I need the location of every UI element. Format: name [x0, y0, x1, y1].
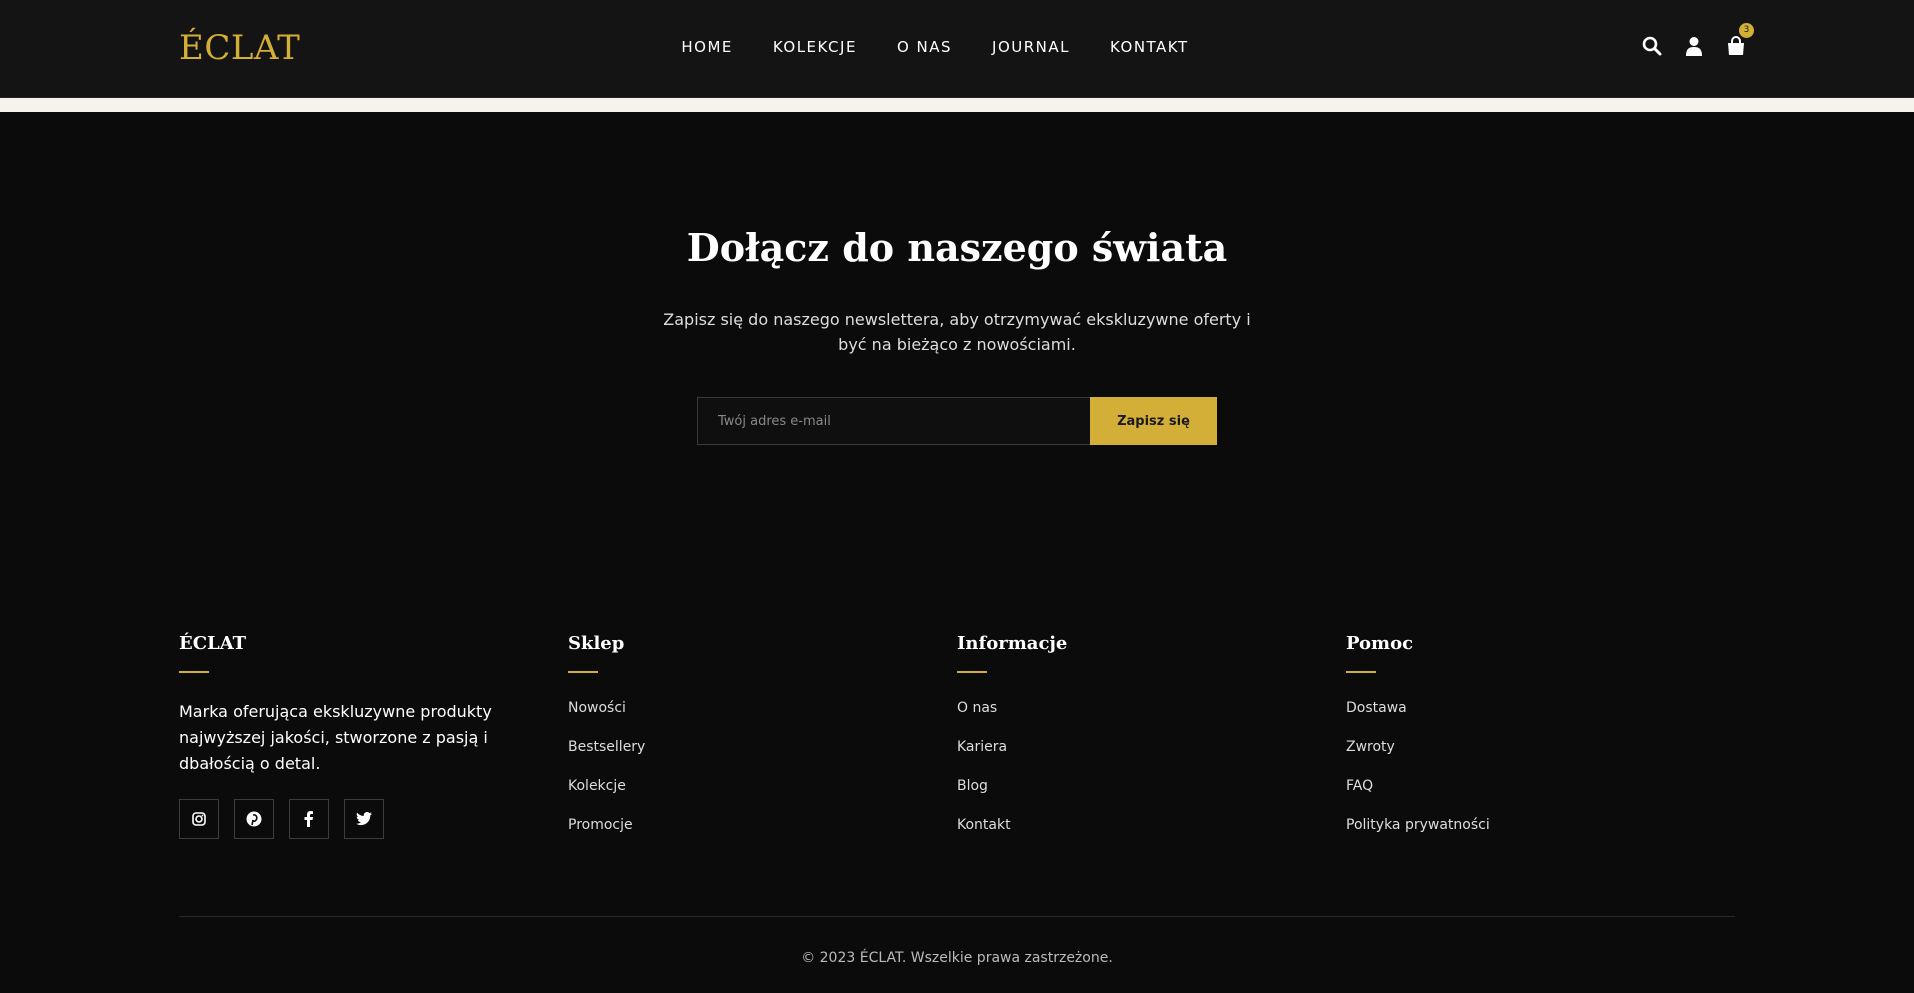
nav-home[interactable]: HOME	[681, 38, 733, 56]
footer-column-title: Pomoc	[1346, 633, 1414, 654]
footer-link-dostawa[interactable]: Dostawa	[1346, 700, 1735, 716]
main-nav: HOME KOLEKCJE O NAS JOURNAL KONTAKT	[0, 38, 1914, 56]
pinterest-icon[interactable]	[234, 799, 274, 839]
social-links	[179, 799, 568, 839]
footer-link-nowosci[interactable]: Nowości	[568, 700, 957, 716]
search-icon[interactable]	[1642, 36, 1662, 56]
newsletter-section: Dołącz do naszego świata Zapisz się do n…	[0, 112, 1914, 445]
twitter-icon[interactable]	[344, 799, 384, 839]
footer-column-informacje: Informacje O nas Kariera Blog Kontakt	[957, 633, 1346, 856]
footer-link-kariera[interactable]: Kariera	[957, 739, 1346, 755]
footer-link-bestsellery[interactable]: Bestsellery	[568, 739, 957, 755]
footer-brand-title: ÉCLAT	[179, 633, 247, 654]
footer-link-blog[interactable]: Blog	[957, 778, 1346, 794]
instagram-icon[interactable]	[179, 799, 219, 839]
footer-column-pomoc: Pomoc Dostawa Zwroty FAQ Polityka prywat…	[1346, 633, 1735, 856]
nav-journal[interactable]: JOURNAL	[992, 38, 1070, 56]
title-underline	[179, 671, 209, 673]
header-icons: 3	[1642, 23, 1754, 56]
site-header: ÉCLAT HOME KOLEKCJE O NAS JOURNAL KONTAK…	[0, 0, 1914, 98]
newsletter-title: Dołącz do naszego świata	[686, 225, 1228, 270]
title-underline	[957, 671, 987, 673]
footer-link-promocje[interactable]: Promocje	[568, 817, 957, 833]
footer-brand-column: ÉCLAT Marka oferująca ekskluzywne produk…	[179, 633, 568, 856]
footer-link-zwroty[interactable]: Zwroty	[1346, 739, 1735, 755]
newsletter-description: Zapisz się do naszego newslettera, aby o…	[663, 310, 1251, 354]
footer-links: O nas Kariera Blog Kontakt	[957, 700, 1346, 833]
email-field[interactable]	[697, 397, 1090, 445]
footer-link-kontakt[interactable]: Kontakt	[957, 817, 1346, 833]
hero-stripe	[0, 98, 1914, 112]
footer-link-kolekcje[interactable]: Kolekcje	[568, 778, 957, 794]
footer-link-polityka[interactable]: Polityka prywatności	[1346, 817, 1735, 833]
subscribe-button[interactable]: Zapisz się	[1090, 397, 1217, 445]
copyright: © 2023 ÉCLAT. Wszelkie prawa zastrzeżone…	[179, 916, 1735, 966]
footer-links: Dostawa Zwroty FAQ Polityka prywatności	[1346, 700, 1735, 833]
footer-columns: ÉCLAT Marka oferująca ekskluzywne produk…	[0, 633, 1914, 856]
footer-brand-description: Marka oferująca ekskluzywne produkty naj…	[179, 702, 492, 773]
title-underline	[568, 671, 598, 673]
footer-column-sklep: Sklep Nowości Bestsellery Kolekcje Promo…	[568, 633, 957, 856]
cart-icon[interactable]: 3	[1726, 23, 1754, 56]
user-icon[interactable]	[1684, 36, 1704, 56]
footer-links: Nowości Bestsellery Kolekcje Promocje	[568, 700, 957, 833]
footer-link-faq[interactable]: FAQ	[1346, 778, 1735, 794]
facebook-icon[interactable]	[289, 799, 329, 839]
cart-count-badge: 3	[1739, 23, 1754, 38]
footer-column-title: Informacje	[957, 633, 1068, 654]
nav-kontakt[interactable]: KONTAKT	[1110, 38, 1189, 56]
title-underline	[1346, 671, 1376, 673]
nav-o-nas[interactable]: O NAS	[897, 38, 952, 56]
footer-link-o-nas[interactable]: O nas	[957, 700, 1346, 716]
nav-kolekcje[interactable]: KOLEKCJE	[773, 38, 857, 56]
footer-column-title: Sklep	[568, 633, 625, 654]
newsletter-form: Zapisz się	[0, 397, 1914, 445]
